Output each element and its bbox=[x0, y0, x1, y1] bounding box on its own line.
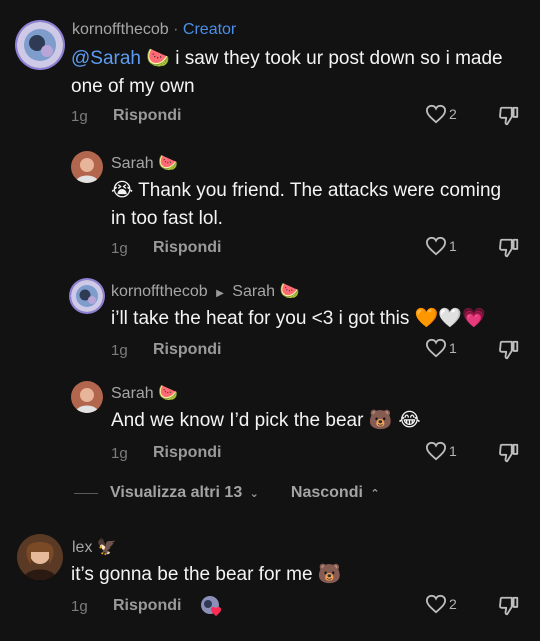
view-more-replies[interactable]: Visualizza altri 13 ⌄ bbox=[110, 484, 259, 502]
heart-icon bbox=[425, 338, 447, 358]
username[interactable]: Sarah bbox=[111, 155, 154, 172]
reply-to-username[interactable]: Sarah bbox=[232, 283, 275, 300]
avatar-kornoffthecob[interactable] bbox=[17, 22, 63, 68]
like-button[interactable]: 1 bbox=[425, 338, 457, 358]
view-more-label: Visualizza altri 13 bbox=[110, 484, 243, 501]
heart-icon bbox=[425, 236, 447, 256]
hide-replies[interactable]: Nascondi ⌃ bbox=[291, 484, 380, 502]
reply-arrow-icon: ▶ bbox=[216, 288, 224, 299]
reply-header: kornoffthecob ▶ Sarah 🍉 bbox=[111, 281, 299, 301]
like-button[interactable]: 2 bbox=[425, 104, 457, 124]
like-count: 1 bbox=[449, 238, 457, 254]
reply-text: And we know I’d pick the bear 🐻 😂 bbox=[111, 406, 421, 435]
crying-emoji: 😭 bbox=[111, 179, 134, 201]
reply-button[interactable]: Rispondi bbox=[153, 341, 221, 359]
eagle-emoji: 🦅 bbox=[96, 537, 117, 556]
hide-label: Nascondi bbox=[290, 484, 363, 501]
avatar-lex[interactable] bbox=[17, 534, 63, 580]
comment-header: kornoffthecob · Creator bbox=[72, 21, 236, 39]
watermelon-emoji: 🍉 bbox=[279, 281, 300, 300]
like-button[interactable]: 2 bbox=[425, 594, 457, 614]
reply-time: 1g bbox=[111, 445, 128, 462]
bear-laugh-emoji: 🐻 😂 bbox=[368, 409, 421, 431]
reply-text-line2: in too fast lol. bbox=[111, 208, 223, 229]
username[interactable]: kornoffthecob bbox=[111, 283, 208, 300]
separator: · bbox=[173, 21, 179, 38]
like-button[interactable]: 1 bbox=[425, 236, 457, 256]
reply-text-line1: i’ll take the heat for you <3 i got this bbox=[111, 308, 410, 329]
heart-icon bbox=[425, 104, 447, 124]
dislike-button[interactable] bbox=[498, 105, 520, 132]
heart-icon bbox=[425, 441, 447, 461]
watermelon-emoji: 🍉 bbox=[158, 153, 179, 172]
dislike-button[interactable] bbox=[498, 595, 520, 622]
comment-text-line1: i saw they took ur post down so i made bbox=[175, 48, 503, 69]
creator-badge: Creator bbox=[182, 21, 237, 38]
divider-line bbox=[74, 492, 98, 494]
avatar-kornoffthecob[interactable] bbox=[71, 280, 103, 312]
bear-emoji: 🐻 bbox=[317, 563, 342, 585]
reply-text: 😭 Thank you friend. The attacks were com… bbox=[111, 176, 501, 233]
reply-button[interactable]: Rispondi bbox=[153, 239, 221, 257]
comment-time: 1g bbox=[71, 108, 88, 125]
thumbs-down-icon bbox=[499, 596, 519, 616]
comment-text: @Sarah 🍉 i saw they took ur post down so… bbox=[71, 44, 503, 101]
like-count: 1 bbox=[449, 443, 457, 459]
comment-text-line2: one of my own bbox=[71, 76, 195, 97]
creator-liked-icon bbox=[199, 594, 223, 623]
like-count: 2 bbox=[449, 596, 457, 612]
like-count: 1 bbox=[449, 340, 457, 356]
dislike-button[interactable] bbox=[498, 237, 520, 264]
chevron-down-icon: ⌄ bbox=[249, 488, 259, 500]
username[interactable]: kornoffthecob bbox=[72, 21, 169, 38]
thread-controls: Visualizza altri 13 ⌄ Nascondi ⌃ bbox=[74, 484, 380, 502]
avatar-sarah[interactable] bbox=[71, 151, 103, 183]
reply-text-line1: And we know I’d pick the bear bbox=[111, 410, 364, 431]
dislike-button[interactable] bbox=[498, 442, 520, 469]
comment-text-line1: it’s gonna be the bear for me bbox=[71, 564, 313, 585]
username[interactable]: Sarah bbox=[111, 385, 154, 402]
thumbs-down-icon bbox=[499, 443, 519, 463]
like-button[interactable]: 1 bbox=[425, 441, 457, 461]
thumbs-down-icon bbox=[499, 106, 519, 126]
dislike-button[interactable] bbox=[498, 339, 520, 366]
comment-header: lex 🦅 bbox=[72, 537, 117, 557]
avatar-sarah[interactable] bbox=[71, 381, 103, 413]
reply-button[interactable]: Rispondi bbox=[113, 597, 181, 615]
reply-button[interactable]: Rispondi bbox=[153, 444, 221, 462]
watermelon-emoji: 🍉 bbox=[146, 47, 170, 69]
thumbs-down-icon bbox=[499, 340, 519, 360]
hearts-emoji: 🧡🤍💗 bbox=[414, 307, 486, 329]
reply-header: Sarah 🍉 bbox=[111, 383, 178, 403]
like-count: 2 bbox=[449, 106, 457, 122]
reply-text-line1: Thank you friend. The attacks were comin… bbox=[138, 180, 502, 201]
reply-time: 1g bbox=[111, 342, 128, 359]
username[interactable]: lex bbox=[72, 539, 92, 556]
mention-link[interactable]: @Sarah bbox=[71, 48, 141, 69]
comment-text: it’s gonna be the bear for me 🐻 bbox=[71, 560, 341, 589]
reply-header: Sarah 🍉 bbox=[111, 153, 178, 173]
chevron-up-icon: ⌃ bbox=[370, 488, 380, 500]
reply-text: i’ll take the heat for you <3 i got this… bbox=[111, 304, 486, 333]
watermelon-emoji: 🍉 bbox=[158, 383, 179, 402]
thumbs-down-icon bbox=[499, 238, 519, 258]
heart-icon bbox=[425, 594, 447, 614]
comment-time: 1g bbox=[71, 598, 88, 615]
reply-button[interactable]: Rispondi bbox=[113, 107, 181, 125]
reply-time: 1g bbox=[111, 240, 128, 257]
